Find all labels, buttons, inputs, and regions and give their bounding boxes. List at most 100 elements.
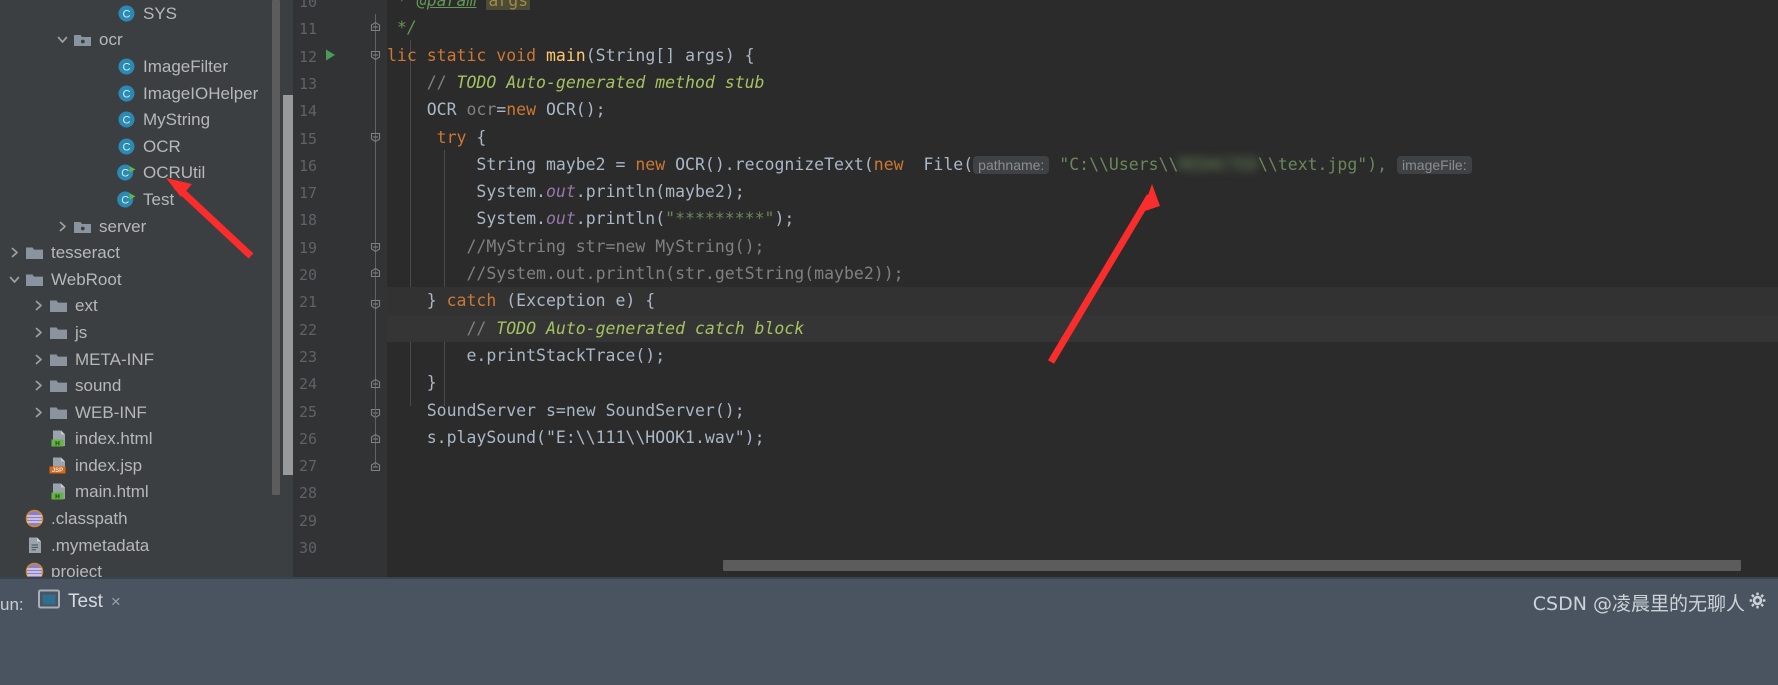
tree-item-ocrutil[interactable]: C OCRUtil: [0, 160, 283, 187]
tree-item-ocr[interactable]: ocr: [0, 27, 283, 54]
run-tab-test[interactable]: Test ×: [38, 589, 121, 614]
fold-icon-line12[interactable]: [369, 48, 382, 61]
tree-item-project[interactable]: project: [0, 558, 283, 577]
chevron-right-icon[interactable]: [8, 246, 21, 259]
code-line-17[interactable]: System.out.println(maybe2);: [387, 178, 1778, 205]
code-token: .println(: [575, 209, 666, 229]
run-tool-window-bar[interactable]: un: Test × CSDN @凌晨里的无聊人: [0, 577, 1778, 685]
code-token: OCR().recognizeText(: [675, 154, 874, 174]
csdn-watermark: CSDN @凌晨里的无聊人: [1533, 589, 1766, 616]
folder-icon: [49, 296, 68, 315]
code-line-27[interactable]: [387, 451, 1778, 478]
folder-icon: [49, 403, 68, 422]
tree-item-webroot[interactable]: WebRoot: [0, 266, 283, 293]
code-token: main: [545, 45, 586, 65]
tree-item-index-html[interactable]: Hindex.html: [0, 426, 283, 453]
code-line-11[interactable]: */: [387, 14, 1778, 41]
line-number-26: 26: [298, 429, 317, 448]
code-line-19[interactable]: //MyString str=new MyString();: [387, 233, 1778, 260]
code-token: OCR: [387, 100, 467, 120]
tree-item-sys[interactable]: C SYS: [0, 0, 283, 27]
tree-item-server[interactable]: server: [0, 213, 283, 240]
code-line-20[interactable]: //System.out.println(str.getString(maybe…: [387, 260, 1778, 287]
folder-icon: [49, 323, 68, 342]
tree-item-imagefilter[interactable]: C ImageFilter: [0, 53, 283, 80]
close-icon[interactable]: ×: [111, 592, 121, 612]
tree-item-sound[interactable]: sound: [0, 372, 283, 399]
chevron-down-icon[interactable]: [8, 273, 21, 286]
fold-icon-line21[interactable]: [369, 297, 382, 310]
code-line-28[interactable]: [387, 478, 1778, 505]
code-token: lic: [387, 45, 427, 65]
tree-item-ext[interactable]: ext: [0, 293, 283, 320]
run-method-gutter-icon[interactable]: [323, 48, 337, 62]
editor-gutter[interactable]: 10 11 12 13 14 15 16 17 18 19 20 21 22 23 24 25 26 27 28 29…: [283, 0, 365, 577]
tree-item-web-inf[interactable]: WEB-INF: [0, 399, 283, 426]
chevron-down-icon[interactable]: [56, 33, 69, 46]
fold-icon-line15[interactable]: [369, 130, 382, 143]
code-line-14[interactable]: OCR ocr=new OCR();: [387, 96, 1778, 123]
chevron-right-icon[interactable]: [32, 326, 45, 339]
fold-icon-line24[interactable]: [369, 378, 382, 391]
fold-icon-line19[interactable]: [369, 240, 382, 253]
tree-item-index-jsp[interactable]: JSP index.jsp: [0, 452, 283, 479]
tree-item-label: OCR: [143, 136, 181, 156]
tree-item-label: server: [99, 216, 147, 236]
code-line-12[interactable]: lic static void main(String[] args) {: [387, 42, 1778, 69]
code-folding-column[interactable]: [365, 0, 387, 577]
chevron-right-icon[interactable]: [32, 379, 45, 392]
line-number-14: 14: [298, 102, 317, 121]
tree-item-imageiohelper[interactable]: C ImageIOHelper: [0, 80, 283, 107]
chevron-right-icon[interactable]: [32, 406, 45, 419]
code-line-10[interactable]: * @param args: [387, 0, 1778, 14]
code-line-30[interactable]: [387, 533, 1778, 560]
fold-icon-line11[interactable]: [369, 21, 382, 34]
code-token: new: [635, 154, 676, 174]
code-line-24[interactable]: }: [387, 369, 1778, 396]
tree-item-main-html[interactable]: Hmain.html: [0, 479, 283, 506]
code-token: REDACTED: [1178, 154, 1258, 174]
code-line-21[interactable]: } catch (Exception e) {: [387, 287, 1778, 315]
package-icon: [73, 217, 92, 236]
project-tree-panel[interactable]: C SYS ocr C ImageFilter C ImageIOHelper C MyStri…: [0, 0, 283, 577]
chevron-right-icon[interactable]: [56, 220, 69, 233]
fold-icon-line26[interactable]: [369, 433, 382, 446]
tree-item-tesseract[interactable]: tesseract: [0, 239, 283, 266]
code-line-13[interactable]: // TODO Auto-generated method stub: [387, 69, 1778, 96]
code-text-area[interactable]: * @param args */ lic static void main(Str…: [387, 0, 1778, 577]
code-line-29[interactable]: [387, 506, 1778, 533]
code-line-15[interactable]: try {: [387, 124, 1778, 151]
gear-icon: [1749, 592, 1766, 614]
code-line-22[interactable]: // TODO Auto-generated catch block: [387, 314, 1778, 342]
editor-horizontal-scrollbar-thumb[interactable]: [723, 560, 1741, 571]
chevron-right-icon[interactable]: [32, 353, 45, 366]
tree-item-test[interactable]: C Test: [0, 186, 283, 213]
code-token: "C:\\Users\\: [1049, 154, 1179, 174]
tree-item-mystring[interactable]: C MyString: [0, 106, 283, 133]
code-token: ) {: [724, 45, 755, 65]
editor-horizontal-scrollbar[interactable]: [387, 560, 1774, 571]
tree-item-label: index.jsp: [75, 455, 143, 475]
fold-icon-line20[interactable]: [369, 267, 382, 280]
chevron-right-icon[interactable]: [32, 299, 45, 312]
line-number-29: 29: [298, 511, 317, 530]
tree-item--classpath[interactable]: .classpath: [0, 505, 283, 532]
code-line-23[interactable]: e.printStackTrace();: [387, 342, 1778, 369]
code-token: new: [565, 400, 606, 420]
tree-item-meta-inf[interactable]: META-INF: [0, 346, 283, 373]
tree-item-js[interactable]: js: [0, 319, 283, 346]
code-line-18[interactable]: System.out.println("*********");: [387, 205, 1778, 232]
code-editor-panel[interactable]: 10 11 12 13 14 15 16 17 18 19 20 21 22 23 24 25 26 27 28 29…: [283, 0, 1778, 577]
code-line-25[interactable]: SoundServer s=new SoundServer();: [387, 397, 1778, 424]
code-line-16[interactable]: String maybe2 = new OCR().recognizeText(…: [387, 151, 1778, 178]
code-line-26[interactable]: s.playSound("E:\\111\\HOOK1.wav");: [387, 424, 1778, 451]
classpath-file-icon: [25, 509, 44, 528]
tree-item-ocr[interactable]: C OCR: [0, 133, 283, 160]
java-class-icon: C: [117, 84, 136, 103]
fold-icon-line27[interactable]: [369, 461, 382, 474]
svg-text:C: C: [123, 141, 131, 153]
line-number-24: 24: [298, 375, 317, 394]
line-number-11: 11: [298, 20, 317, 39]
tree-item--mymetadata[interactable]: .mymetadata: [0, 532, 283, 559]
tree-item-label: tesseract: [51, 243, 120, 263]
